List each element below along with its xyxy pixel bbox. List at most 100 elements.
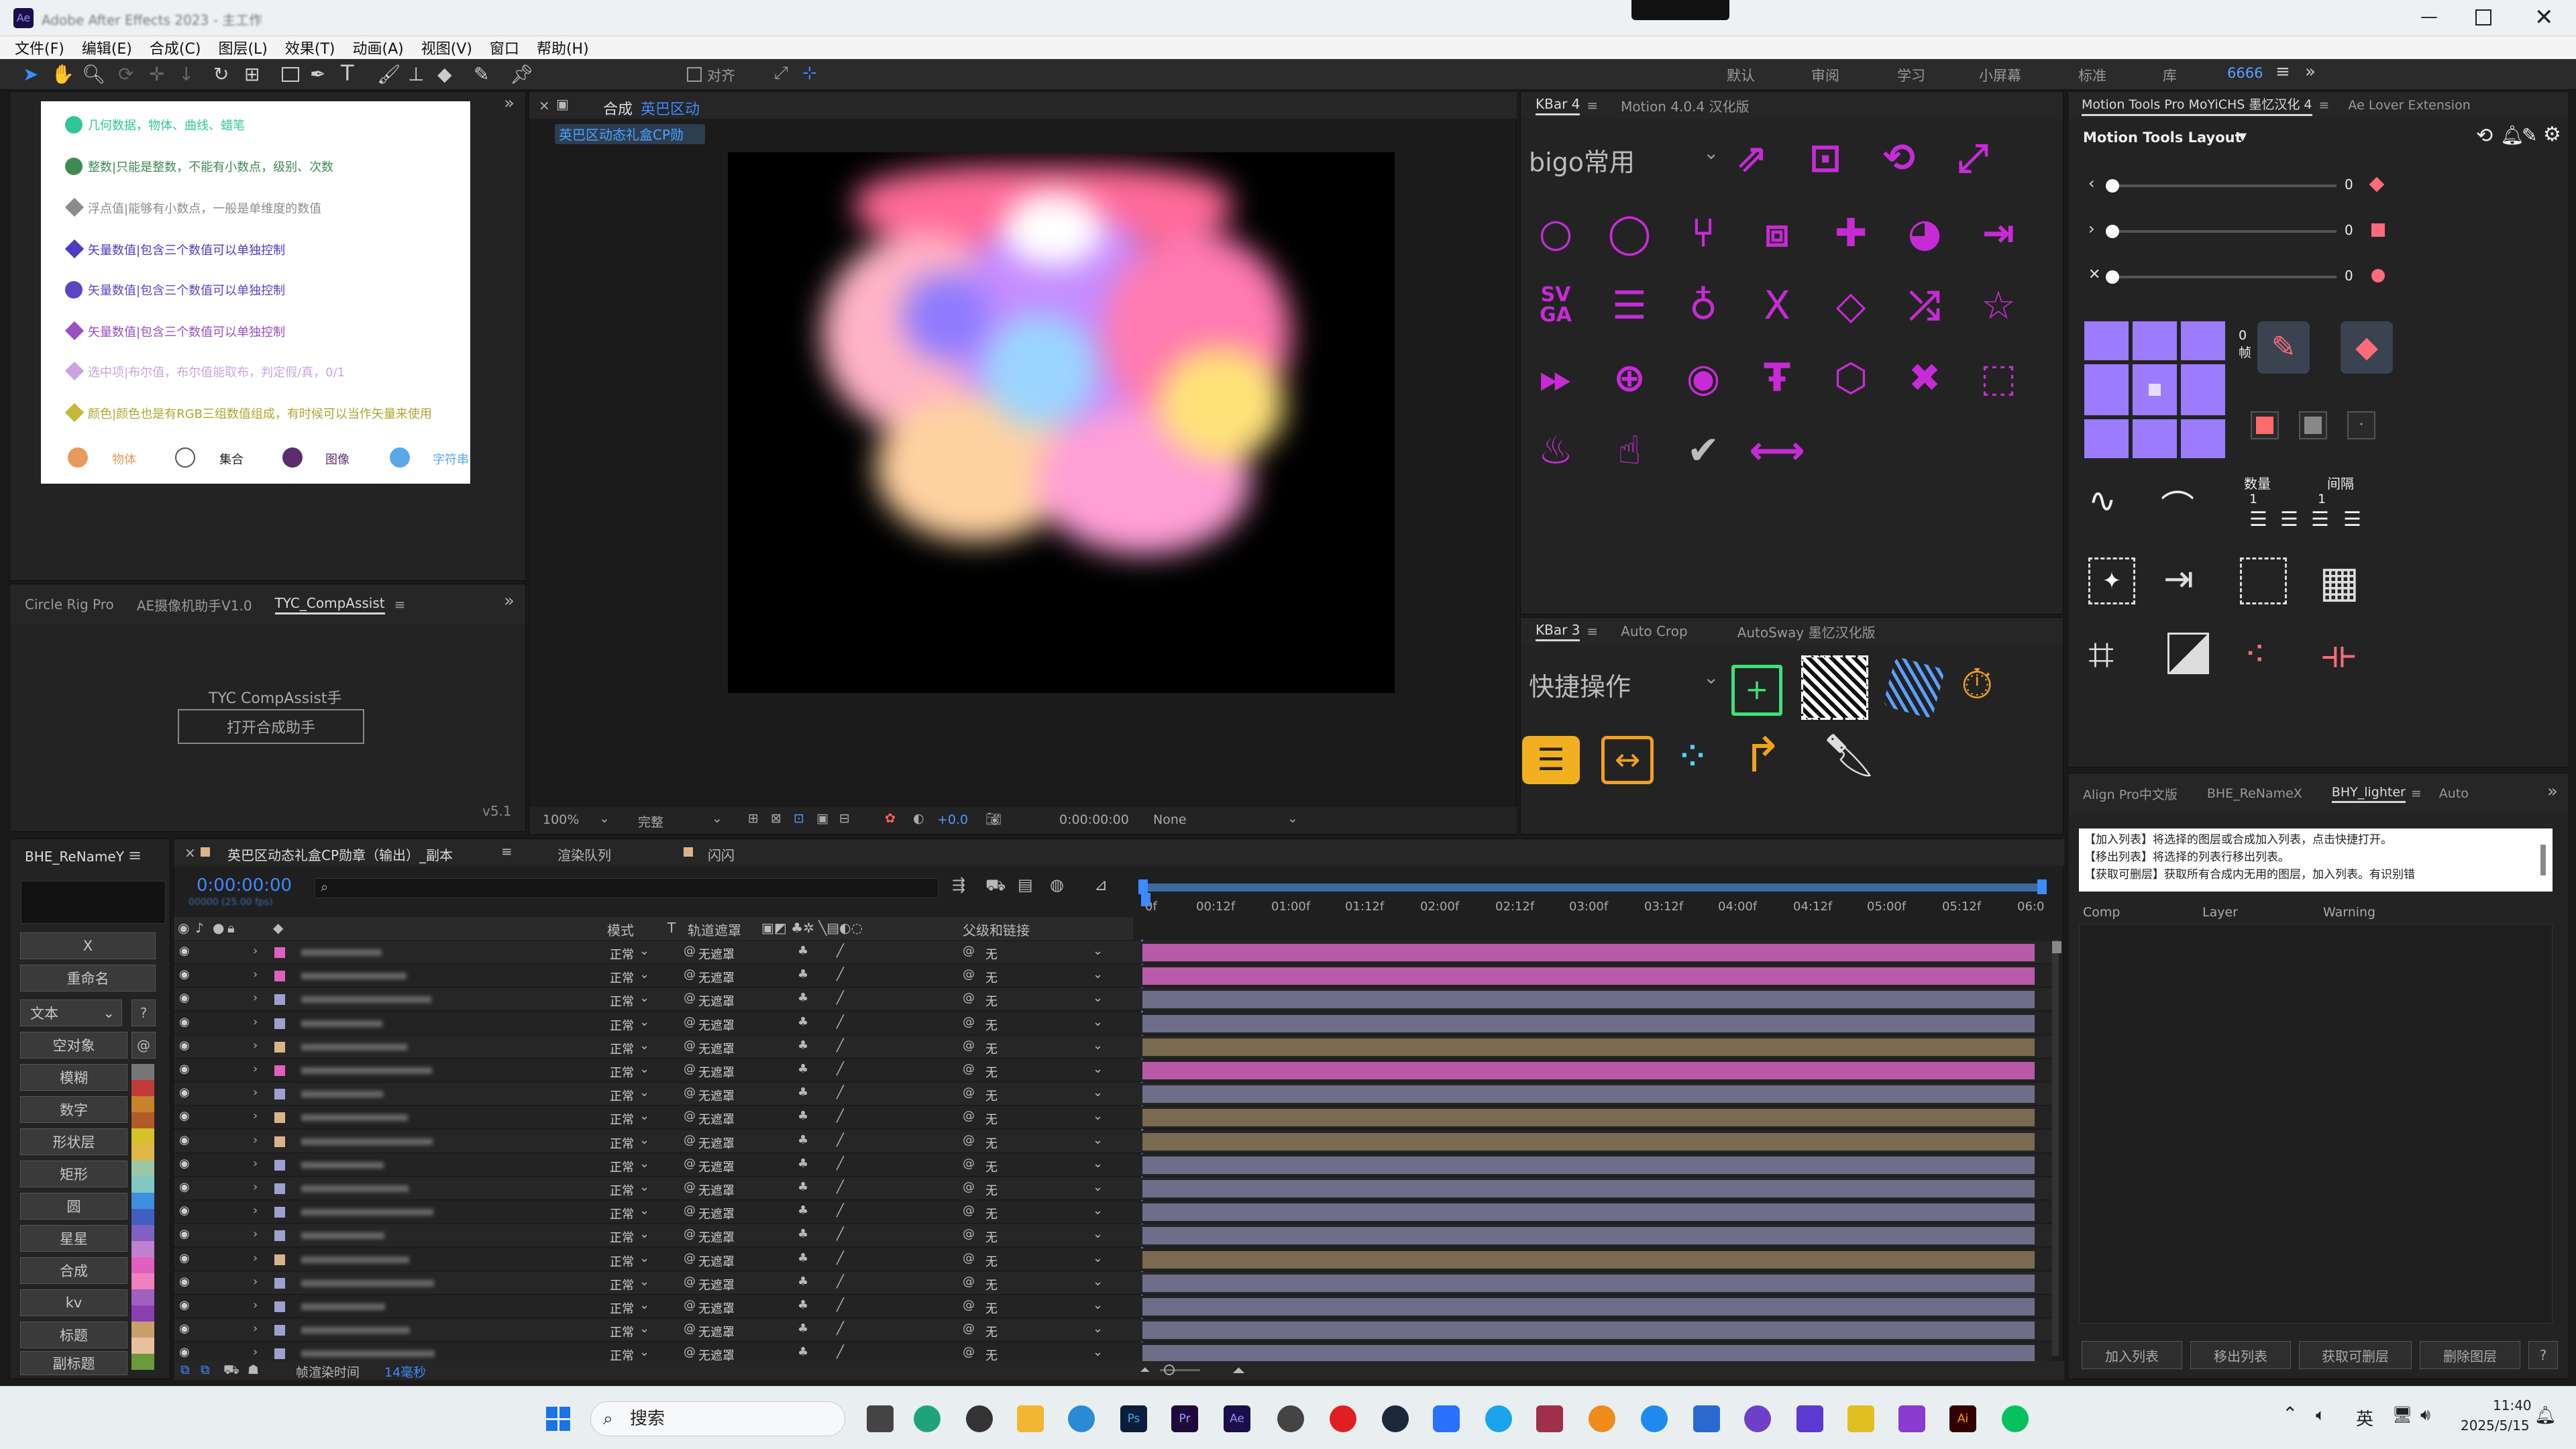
illustrator-icon[interactable]: Ai xyxy=(1949,1405,1976,1432)
netease-music-icon[interactable] xyxy=(1330,1405,1356,1432)
track-matte-select[interactable]: 无遮罩 xyxy=(698,945,735,963)
tab-motion-tools[interactable]: Motion Tools Pro MoYiCHS 墨忆汉化 4 xyxy=(2082,95,2312,116)
null-object-button[interactable]: 空对象 xyxy=(20,1032,127,1059)
obs-icon[interactable] xyxy=(966,1405,993,1432)
roto-tool-icon[interactable]: ✎ xyxy=(474,63,489,85)
expand-chevron-icon[interactable]: › xyxy=(253,1203,258,1218)
file-explorer-icon[interactable] xyxy=(1017,1405,1044,1432)
parent-chevron-icon[interactable]: ⌄ xyxy=(1093,1180,1103,1194)
layer-search-input[interactable]: ⌕ xyxy=(315,878,938,898)
kbar3-group-select[interactable]: 快捷操作 xyxy=(1529,666,1631,703)
shy-icon[interactable]: ♣ xyxy=(798,1322,808,1336)
shuffle-icon[interactable]: ⤮ xyxy=(1900,281,1949,329)
comp-canvas[interactable] xyxy=(728,152,1395,693)
label-color-swatch[interactable] xyxy=(131,1241,154,1257)
visibility-eye-icon[interactable]: ◉ xyxy=(179,1085,190,1099)
rename-button[interactable]: 重命名 xyxy=(20,965,156,991)
scatter-keys-icon[interactable]: ⁖ xyxy=(2244,633,2266,676)
expand-chevron-icon[interactable]: › xyxy=(253,1345,258,1359)
tab-menu-icon[interactable]: ≡ xyxy=(394,596,406,612)
quality-slash-icon[interactable]: ╱ xyxy=(837,1109,844,1123)
parent-pick-icon[interactable]: @ xyxy=(963,1251,975,1265)
expand-icon[interactable]: ⤢ xyxy=(1949,133,1997,182)
blur-button[interactable]: 模糊 xyxy=(20,1064,127,1091)
after-effects-icon[interactable]: Ae xyxy=(1224,1405,1250,1432)
layer-label-color[interactable] xyxy=(274,1159,285,1171)
mode-chevron-icon[interactable]: ⌄ xyxy=(639,944,649,958)
menu-edit[interactable]: 编辑(E) xyxy=(82,37,132,58)
tab-circle-rig[interactable]: Circle Rig Pro xyxy=(25,596,114,612)
slider-track[interactable] xyxy=(2108,230,2337,233)
zoom-tool-icon[interactable]: 🔍︎ xyxy=(82,63,106,85)
tab-menu-icon[interactable]: ≡ xyxy=(2319,98,2330,113)
footer-render-icon[interactable]: ⛟ xyxy=(223,1362,239,1379)
tab-menu-icon[interactable]: ≡ xyxy=(501,843,513,859)
dot-square-icon[interactable]: · xyxy=(2347,411,2375,439)
svga-icon[interactable]: SV GA xyxy=(1532,281,1580,329)
layer-row[interactable]: ◉ › 正常 ⌄ @ 无遮罩 ♣ ╱ @ 无 ⌄ xyxy=(174,965,2052,988)
parent-select[interactable]: 无 xyxy=(985,1228,998,1246)
help-button[interactable]: ? xyxy=(2528,1341,2558,1369)
layer-row[interactable]: ◉ › 正常 ⌄ @ 无遮罩 ♣ ╱ @ 无 ⌄ xyxy=(174,1319,2052,1342)
tray-volume-icon[interactable]: 🔊︎ xyxy=(2420,1405,2430,1424)
expand-chevron-icon[interactable]: › xyxy=(253,1298,258,1312)
parent-chevron-icon[interactable]: ⌄ xyxy=(1093,1275,1103,1289)
motion-blur-icon[interactable]: ◍ xyxy=(1050,875,1064,894)
layer-duration-bar[interactable] xyxy=(1142,1227,2035,1245)
ime-indicator[interactable]: 英 xyxy=(2356,1405,2373,1430)
layer-row[interactable]: ◉ › 正常 ⌄ @ 无遮罩 ♣ ╱ @ 无 ⌄ xyxy=(174,1295,2052,1318)
parent-chevron-icon[interactable]: ⌄ xyxy=(1093,1203,1103,1218)
workspace-default[interactable]: 默认 xyxy=(1727,65,1755,85)
touch-icon[interactable]: ☝ xyxy=(1605,426,1654,474)
quality-slash-icon[interactable]: ╱ xyxy=(837,1227,844,1241)
tab-motion4[interactable]: Motion 4.0.4 汉化版 xyxy=(1621,96,1749,115)
layer-label-color[interactable] xyxy=(274,1230,285,1242)
expand-chevron-icon[interactable]: › xyxy=(253,944,258,958)
lock-column-icon[interactable]: 🔒︎ xyxy=(227,920,235,936)
tab-auto[interactable]: Auto xyxy=(2439,786,2469,801)
parent-pick-icon[interactable]: @ xyxy=(963,967,975,981)
layer-duration-bar[interactable] xyxy=(1142,1062,2035,1079)
expand-chevron-icon[interactable]: › xyxy=(253,1157,258,1171)
at-icon[interactable]: @ xyxy=(131,1032,156,1059)
mode-chevron-icon[interactable]: ⌄ xyxy=(639,1180,649,1194)
tab-menu-icon[interactable]: ≡ xyxy=(128,846,142,865)
visibility-eye-icon[interactable]: ◉ xyxy=(179,1015,190,1029)
tray-speaker-icon[interactable]: 🔈︎ xyxy=(2316,1405,2325,1424)
pen-tool-icon[interactable]: ✒ xyxy=(310,63,325,85)
track-matte-icon[interactable]: @ xyxy=(684,1345,696,1359)
mode-select[interactable]: 正常 xyxy=(610,1158,634,1175)
label-color-swatch[interactable] xyxy=(131,1257,154,1273)
track-matte-select[interactable]: 无遮罩 xyxy=(698,1181,735,1199)
parent-chevron-icon[interactable]: ⌄ xyxy=(1093,1015,1103,1029)
workspace-small-screen[interactable]: 小屏幕 xyxy=(1979,65,2021,85)
bounce-icon[interactable]: ⌒ xyxy=(2161,481,2194,529)
viewer-mask-icon[interactable]: ⊠ xyxy=(771,811,782,826)
workspace-review[interactable]: 审阅 xyxy=(1811,65,1839,85)
rotate-tool-icon[interactable]: ↻ xyxy=(213,63,229,85)
timeline-tab-title[interactable]: 英巴区动态礼盒CP勋章（输出）_副本 xyxy=(227,845,453,864)
track-matte-icon[interactable]: @ xyxy=(684,1109,696,1123)
layer-row[interactable]: ◉ › 正常 ⌄ @ 无遮罩 ♣ ╱ @ 无 ⌄ xyxy=(174,941,2052,964)
align-left-icon[interactable]: ☰ xyxy=(2249,508,2267,531)
bounding-box-icon[interactable] xyxy=(2240,557,2287,604)
code-icon[interactable]: ◇ xyxy=(1827,281,1875,329)
quality-slash-icon[interactable]: ╱ xyxy=(837,1062,844,1076)
parent-chevron-icon[interactable]: ⌄ xyxy=(1093,1062,1103,1076)
layer-row[interactable]: ◉ › 正常 ⌄ @ 无遮罩 ♣ ╱ @ 无 ⌄ xyxy=(174,1224,2052,1248)
slider-knob[interactable] xyxy=(2106,225,2119,238)
viewer-tab-title[interactable]: 合成 xyxy=(603,97,633,119)
shy-icon[interactable]: ♣ xyxy=(798,1085,808,1099)
parent-chevron-icon[interactable]: ⌄ xyxy=(1093,1133,1103,1147)
fast-forward-icon[interactable]: ⏩︎ xyxy=(1532,354,1580,402)
shy-icon[interactable]: ♣ xyxy=(798,1203,808,1218)
parent-pick-icon[interactable]: @ xyxy=(963,1227,975,1241)
viewer-region-icon[interactable]: ⊡ xyxy=(794,811,804,826)
gray-square-icon[interactable] xyxy=(2299,411,2327,439)
layer-duration-bar[interactable] xyxy=(1142,1180,2035,1197)
layer-row[interactable]: ◉ › 正常 ⌄ @ 无遮罩 ♣ ╱ @ 无 ⌄ xyxy=(174,1201,2052,1224)
parent-select[interactable]: 无 xyxy=(985,1323,998,1340)
track-matte-select[interactable]: 无遮罩 xyxy=(698,1252,735,1270)
layer-duration-bar[interactable] xyxy=(1142,1014,2035,1032)
edit-icon[interactable]: ✎ xyxy=(2522,124,2537,146)
